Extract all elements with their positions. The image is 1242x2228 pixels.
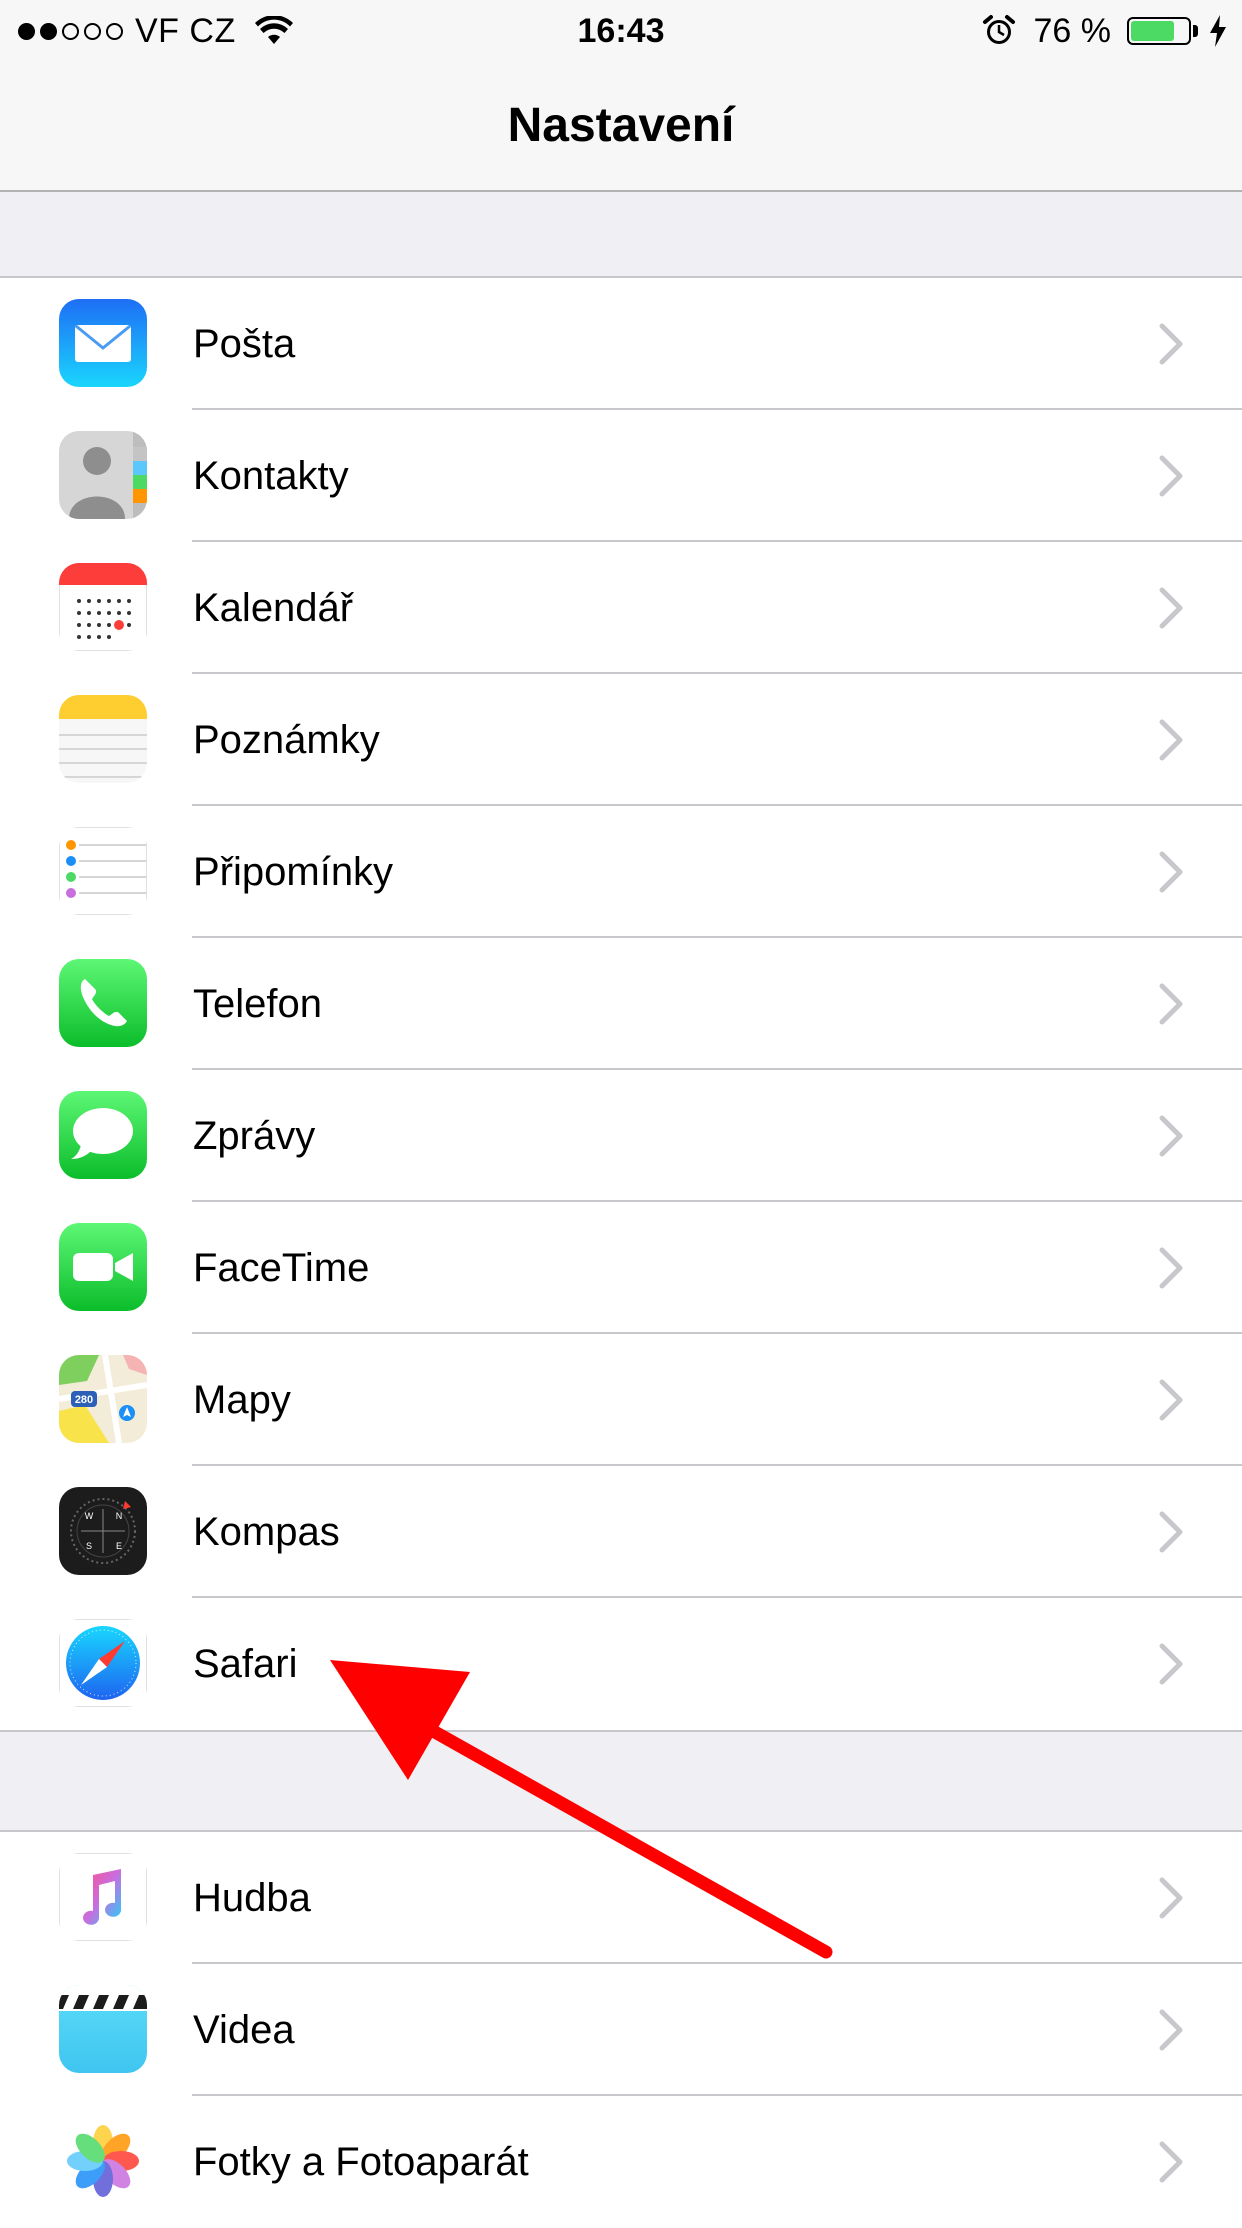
- notes-icon: [59, 695, 147, 783]
- navigation-bar: Nastavení: [0, 60, 1242, 192]
- settings-row-notes[interactable]: Poznámky: [0, 674, 1242, 806]
- chevron-right-icon: [1159, 2009, 1183, 2051]
- reminders-icon: [59, 827, 147, 915]
- settings-row-compass[interactable]: W N S E Kompas: [0, 1466, 1242, 1598]
- settings-row-maps[interactable]: 280 Mapy: [0, 1334, 1242, 1466]
- svg-text:280: 280: [75, 1394, 93, 1406]
- maps-icon: 280: [59, 1355, 147, 1443]
- alarm-icon: [982, 15, 1015, 44]
- settings-row-contacts[interactable]: Kontakty: [0, 410, 1242, 542]
- row-label: Mapy: [193, 1378, 291, 1422]
- charging-bolt-icon: [1210, 15, 1226, 47]
- chevron-right-icon: [1159, 1643, 1183, 1685]
- status-bar: VF CZ 16:43 76 %: [0, 0, 1242, 60]
- settings-row-safari[interactable]: Safari: [0, 1598, 1242, 1730]
- chevron-right-icon: [1159, 1877, 1183, 1919]
- messages-icon: [59, 1091, 147, 1179]
- chevron-right-icon: [1159, 1115, 1183, 1157]
- row-label: Telefon: [193, 982, 322, 1026]
- battery-tip: [1193, 25, 1198, 37]
- settings-row-mail[interactable]: Pošta: [0, 278, 1242, 410]
- chevron-right-icon: [1159, 587, 1183, 629]
- facetime-icon: [59, 1223, 147, 1311]
- row-label: Kalendář: [193, 586, 354, 630]
- page-title: Nastavení: [507, 99, 735, 152]
- svg-text:E: E: [116, 1541, 122, 1551]
- row-label: Hudba: [193, 1876, 311, 1920]
- svg-text:S: S: [86, 1541, 92, 1551]
- photos-icon: [59, 2117, 147, 2205]
- svg-text:N: N: [116, 1511, 123, 1521]
- chevron-right-icon: [1159, 851, 1183, 893]
- chevron-right-icon: [1159, 1247, 1183, 1289]
- settings-group-apps: Pošta Kontakty Kalendář Poznámky Připomí…: [0, 276, 1242, 1732]
- battery-icon: [1127, 17, 1191, 45]
- settings-row-calendar[interactable]: Kalendář: [0, 542, 1242, 674]
- chevron-right-icon: [1159, 1379, 1183, 1421]
- phone-icon: [59, 959, 147, 1047]
- settings-row-facetime[interactable]: FaceTime: [0, 1202, 1242, 1334]
- svg-text:W: W: [85, 1511, 94, 1521]
- chevron-right-icon: [1159, 323, 1183, 365]
- row-label: Kompas: [193, 1510, 340, 1554]
- compass-icon: W N S E: [59, 1487, 147, 1575]
- videos-icon: [59, 1985, 147, 2073]
- chevron-right-icon: [1159, 455, 1183, 497]
- contacts-icon: [59, 431, 147, 519]
- chevron-right-icon: [1159, 2141, 1183, 2183]
- row-label: Videa: [193, 2008, 295, 2052]
- chevron-right-icon: [1159, 719, 1183, 761]
- row-label: Safari: [193, 1642, 298, 1686]
- row-label: Kontakty: [193, 454, 349, 498]
- row-label: Poznámky: [193, 718, 380, 762]
- battery-fill: [1131, 21, 1174, 41]
- chevron-right-icon: [1159, 983, 1183, 1025]
- settings-row-reminders[interactable]: Připomínky: [0, 806, 1242, 938]
- battery-percentage: 76 %: [1033, 11, 1112, 50]
- chevron-right-icon: [1159, 1511, 1183, 1553]
- settings-row-videos[interactable]: Videa: [0, 1964, 1242, 2096]
- row-label: Pošta: [193, 322, 296, 366]
- music-icon: [59, 1853, 147, 1941]
- calendar-icon: [59, 563, 147, 651]
- status-right: 76 %: [982, 8, 1229, 54]
- settings-group-media: Hudba Videa Fotky a Fotoaparát: [0, 1830, 1242, 2228]
- row-label: Zprávy: [193, 1114, 316, 1158]
- mail-icon: [59, 299, 147, 387]
- settings-row-photos[interactable]: Fotky a Fotoaparát: [0, 2096, 1242, 2228]
- row-label: FaceTime: [193, 1246, 370, 1290]
- row-label: Připomínky: [193, 850, 394, 894]
- settings-row-messages[interactable]: Zprávy: [0, 1070, 1242, 1202]
- safari-icon: [59, 1619, 147, 1707]
- row-label: Fotky a Fotoaparát: [193, 2140, 529, 2184]
- settings-row-music[interactable]: Hudba: [0, 1832, 1242, 1964]
- settings-row-phone[interactable]: Telefon: [0, 938, 1242, 1070]
